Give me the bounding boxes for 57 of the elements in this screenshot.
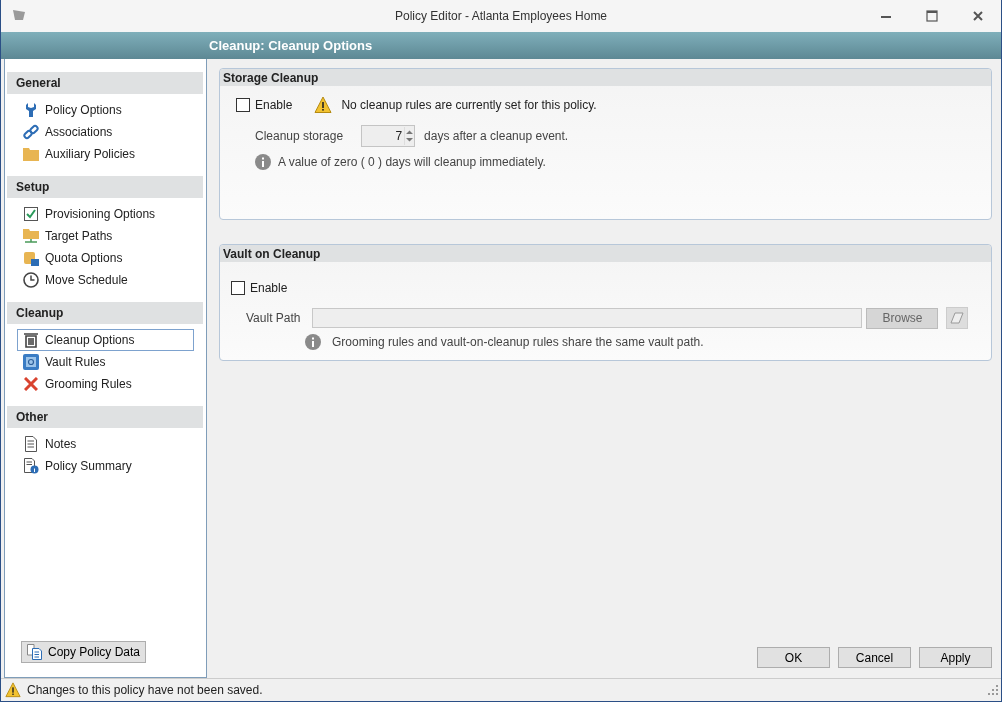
safe-icon (23, 354, 39, 370)
window-title: Policy Editor - Atlanta Employees Home (394, 9, 608, 23)
close-icon (972, 10, 984, 22)
group-header: Cleanup (7, 302, 203, 324)
dialog-button[interactable]: Apply (919, 647, 992, 668)
info-message: Grooming rules and vault-on-cleanup rules share the same vault path. (332, 335, 704, 349)
eraser-icon (950, 312, 965, 324)
network-folder-icon (23, 228, 39, 244)
sidebar-item[interactable]: Grooming Rules (17, 373, 194, 395)
field-label: Vault Path (246, 311, 301, 325)
trash-icon (23, 332, 39, 348)
x-icon (24, 377, 38, 391)
database-icon (23, 250, 39, 266)
document-icon (24, 436, 38, 452)
warning-message: No cleanup rules are currently set for this policy. (341, 98, 597, 112)
sidebar-item[interactable]: Vault Rules (17, 351, 194, 373)
sidebar-item[interactable]: Policy Options (17, 99, 194, 121)
sidebar-item[interactable]: Move Schedule (17, 269, 194, 291)
link-icon (23, 124, 39, 140)
page-header: Cleanup: Cleanup Options (1, 32, 1001, 59)
warning-icon (5, 682, 21, 698)
field-suffix: days after a cleanup event. (424, 129, 569, 143)
enable-checkbox[interactable]: Enable (231, 281, 288, 295)
sidebar-item[interactable]: Target Paths (17, 225, 194, 247)
group-header: General (7, 72, 203, 94)
info-icon (305, 334, 321, 350)
group-header: Setup (7, 176, 203, 198)
checkbox-icon (24, 207, 38, 221)
sidebar-item[interactable]: Quota Options (17, 247, 194, 269)
status-message: Changes to this policy have not been saved. (27, 683, 263, 697)
days-spinner[interactable]: 7 (361, 125, 416, 147)
eraser-button[interactable] (946, 307, 969, 329)
dialog-button[interactable]: OK (757, 647, 830, 668)
sidebar-item[interactable]: Auxiliary Policies (17, 143, 194, 165)
copy-policy-data-button[interactable]: Copy Policy Data (21, 641, 147, 663)
sidebar-item[interactable]: Policy Summary (17, 455, 194, 477)
clock-icon (23, 272, 39, 288)
folder-icon (23, 147, 39, 161)
browse-button[interactable]: Browse (866, 307, 939, 329)
sidebar-item[interactable]: Associations (17, 121, 194, 143)
maximize-icon (926, 10, 938, 22)
dialog-button[interactable]: Cancel (838, 647, 911, 668)
panel-title: Storage Cleanup (220, 69, 991, 86)
group-header: Other (7, 406, 203, 428)
wrench-icon (23, 102, 39, 118)
copy-icon (27, 644, 43, 660)
document-info-icon (23, 458, 39, 474)
resize-grip-icon (988, 685, 998, 695)
sidebar-item[interactable]: Provisioning Options (17, 203, 194, 225)
sidebar-item[interactable]: Notes (17, 433, 194, 455)
panel-title: Vault on Cleanup (220, 245, 991, 262)
enable-checkbox[interactable]: Enable (236, 98, 293, 112)
info-icon (255, 154, 271, 170)
sidebar-item[interactable]: Cleanup Options (17, 329, 194, 351)
warning-icon (314, 96, 333, 114)
field-label: Cleanup storage (255, 129, 344, 143)
info-message: A value of zero ( 0 ) days will cleanup immediately. (278, 155, 546, 169)
